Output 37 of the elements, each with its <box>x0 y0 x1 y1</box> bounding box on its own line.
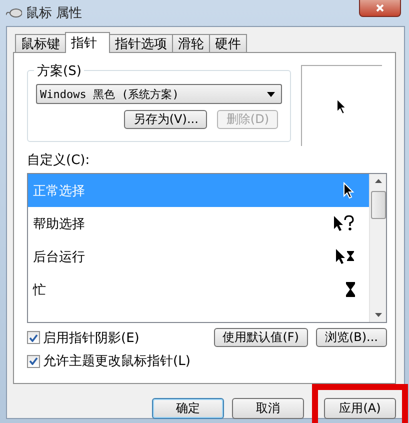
tab[interactable]: 滑轮 <box>172 34 210 52</box>
tab[interactable]: 指针 <box>65 32 110 53</box>
scroll-down-icon <box>374 313 382 317</box>
arrow-cursor-icon <box>336 98 348 114</box>
arrow-cursor-icon <box>343 182 355 199</box>
checkbox[interactable] <box>27 331 40 344</box>
dropdown-arrow-icon <box>267 92 275 96</box>
list-item[interactable]: 帮助选择 <box>28 207 369 240</box>
list-item[interactable]: 忙 <box>28 273 369 306</box>
mouse-icon <box>6 7 22 19</box>
group-label: 方案(S) <box>34 62 84 80</box>
arrow-hourglass-icon <box>335 248 355 265</box>
checkbox-label[interactable]: 允许主题更改鼠标指针(L) <box>27 352 387 370</box>
scheme-dropdown[interactable]: Windows 黑色 (系统方案) <box>36 84 282 104</box>
list-item[interactable]: 后台运行 <box>28 240 369 273</box>
dialog-button[interactable]: 确定 <box>152 398 224 419</box>
checkbox[interactable] <box>27 354 40 368</box>
tab[interactable]: 指针选项 <box>109 34 173 52</box>
tab[interactable]: 硬件 <box>209 34 247 52</box>
dialog-button[interactable]: 取消 <box>232 398 304 419</box>
hourglass-icon <box>346 281 355 298</box>
window-title: 鼠标 属性 <box>26 5 82 22</box>
list-label: 自定义(C): <box>27 152 91 169</box>
tab[interactable]: 鼠标键 <box>15 34 66 52</box>
check-icon <box>29 334 38 342</box>
help-cursor-icon <box>333 215 355 232</box>
list-button[interactable]: 使用默认值(F) <box>214 328 308 347</box>
scrollbar[interactable] <box>369 174 386 322</box>
list-button[interactable]: 浏览(B)... <box>316 328 387 347</box>
scroll-up-icon <box>374 179 382 183</box>
checkbox-label[interactable]: 启用指针阴影(E) <box>27 328 140 346</box>
scroll-thumb[interactable] <box>370 191 386 219</box>
close-button[interactable] <box>359 0 401 17</box>
close-icon <box>376 4 384 12</box>
dialog-button[interactable]: 应用(A) <box>324 398 396 419</box>
check-icon <box>29 357 38 365</box>
scheme-button[interactable]: 另存为(V)... <box>124 110 208 129</box>
